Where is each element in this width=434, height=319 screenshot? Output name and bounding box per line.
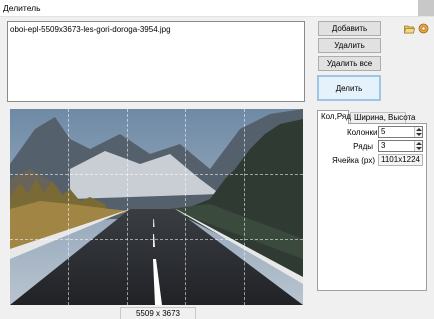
spin-arrows-icon[interactable] <box>414 141 422 151</box>
delete-all-button[interactable]: Удалить все <box>318 56 381 71</box>
grid-line-horizontal <box>10 174 303 175</box>
grid-line-vertical <box>185 109 186 305</box>
columns-stepper[interactable]: 5 <box>378 126 423 138</box>
image-preview <box>10 109 303 305</box>
folder-icon[interactable] <box>404 24 415 34</box>
window-title: Делитель <box>3 3 41 13</box>
columns-label: Колонки <box>347 128 378 137</box>
close-button[interactable] <box>418 0 434 16</box>
add-button[interactable]: Добавить <box>318 21 381 36</box>
cell-size-label: Ячейка (px) <box>332 156 375 165</box>
tab-width-height[interactable]: Ширина, Высота <box>350 112 416 123</box>
title-bar: Делитель <box>0 0 434 17</box>
spin-arrows-icon[interactable] <box>414 127 422 137</box>
grid-line-vertical <box>127 109 128 305</box>
tab-columns-rows[interactable]: Кол,Ряд <box>317 110 351 124</box>
rows-stepper[interactable]: 3 <box>378 140 423 152</box>
grid-line-horizontal <box>10 239 303 240</box>
split-button[interactable]: Делить <box>317 75 381 101</box>
preview-image <box>10 109 303 305</box>
file-list[interactable]: oboi-epl-5509x3673-les-gori-doroga-3954.… <box>7 21 305 102</box>
file-list-item[interactable]: oboi-epl-5509x3673-les-gori-doroga-3954.… <box>10 25 171 34</box>
delete-button[interactable]: Удалить <box>318 38 381 53</box>
cell-size-value: 1101x1224 <box>378 154 423 166</box>
rows-value[interactable]: 3 <box>381 141 385 150</box>
settings-icon[interactable] <box>418 23 429 34</box>
rows-label: Ряды <box>353 142 373 151</box>
columns-value[interactable]: 5 <box>381 127 385 136</box>
image-size-label: 5509 x 3673 <box>120 307 196 319</box>
grid-line-vertical <box>244 109 245 305</box>
grid-line-vertical <box>68 109 69 305</box>
